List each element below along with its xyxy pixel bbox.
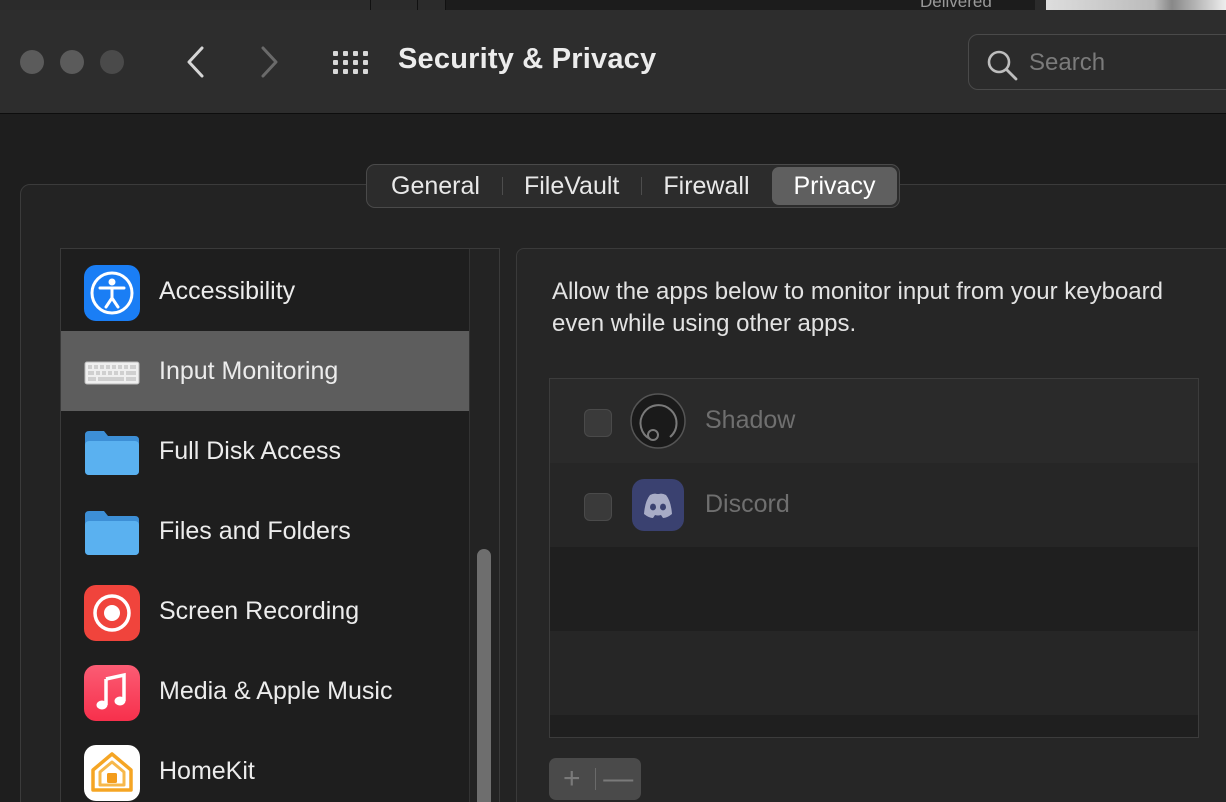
- sidebar-item-label: Accessibility: [159, 276, 296, 305]
- window-toolbar: Security & Privacy: [0, 10, 1226, 114]
- discord-icon: [632, 479, 684, 531]
- forward-button[interactable]: [251, 42, 287, 82]
- homekit-icon: [84, 745, 140, 801]
- section-tabs: General FileVault Firewall Privacy: [366, 164, 901, 208]
- folder-icon: [85, 431, 139, 475]
- close-window-button[interactable]: [20, 50, 44, 74]
- sidebar-scrollbar-thumb[interactable]: [477, 549, 491, 802]
- search-input[interactable]: [1029, 45, 1219, 81]
- sidebar-item-label: Screen Recording: [159, 596, 360, 625]
- sidebar-item-homekit[interactable]: HomeKit: [61, 731, 469, 802]
- search-field[interactable]: [968, 34, 1226, 90]
- window-title: Security & Privacy: [398, 43, 657, 75]
- accessibility-icon: [84, 265, 140, 321]
- app-list[interactable]: Shadow Discord: [549, 378, 1199, 738]
- app-name: Discord: [705, 490, 790, 518]
- sidebar-item-input-monitoring[interactable]: Input Monitoring: [61, 331, 469, 411]
- music-icon: [84, 665, 140, 721]
- list-item-empty: [550, 547, 1198, 631]
- sidebar-item-files-and-folders[interactable]: Files and Folders: [61, 491, 469, 571]
- app-name: Shadow: [705, 406, 796, 434]
- sidebar-item-media-apple-music[interactable]: Media & Apple Music: [61, 651, 469, 731]
- screen-recording-icon: [84, 585, 140, 641]
- search-icon: [987, 50, 1018, 81]
- list-item-discord[interactable]: Discord: [550, 463, 1198, 547]
- sidebar-item-accessibility[interactable]: Accessibility: [61, 251, 469, 331]
- tab-privacy[interactable]: Privacy: [771, 167, 898, 205]
- chevron-left-icon: [187, 46, 204, 78]
- tab-general[interactable]: General: [369, 167, 502, 205]
- background-image: [1046, 0, 1226, 10]
- app-checkbox[interactable]: [584, 493, 612, 521]
- minimize-window-button[interactable]: [60, 50, 84, 74]
- back-button[interactable]: [178, 42, 214, 82]
- list-item-shadow[interactable]: Shadow: [550, 379, 1198, 463]
- tab-firewall[interactable]: Firewall: [641, 167, 771, 205]
- sidebar-item-label: HomeKit: [159, 756, 255, 785]
- zoom-window-button[interactable]: [100, 50, 124, 74]
- sidebar-item-label: Files and Folders: [159, 516, 351, 545]
- show-all-grid-icon[interactable]: [331, 51, 369, 75]
- chevron-right-icon: [261, 46, 278, 78]
- sidebar-item-screen-recording[interactable]: Screen Recording: [61, 571, 469, 651]
- background-window-strip: Delivered: [0, 0, 1226, 11]
- remove-app-button[interactable]: —: [595, 758, 641, 800]
- sidebar-item-full-disk-access[interactable]: Full Disk Access: [61, 411, 469, 491]
- folder-icon: [85, 511, 139, 555]
- sidebar-item-label: Full Disk Access: [159, 436, 341, 465]
- privacy-category-list[interactable]: Accessibility Input Monitoring Full Disk…: [60, 248, 500, 802]
- input-monitoring-description: Allow the apps below to monitor input fr…: [552, 278, 1163, 337]
- tab-filevault[interactable]: FileVault: [501, 167, 641, 205]
- shadow-app-icon: [630, 393, 686, 449]
- list-item-empty: [550, 631, 1198, 715]
- app-checkbox[interactable]: [584, 409, 612, 437]
- add-remove-control: + —: [549, 758, 641, 800]
- keyboard-icon: [84, 361, 140, 385]
- sidebar-item-label: Input Monitoring: [159, 356, 339, 385]
- add-app-button[interactable]: +: [549, 758, 595, 800]
- sidebar-item-label: Media & Apple Music: [159, 676, 393, 705]
- background-segment: [370, 0, 418, 10]
